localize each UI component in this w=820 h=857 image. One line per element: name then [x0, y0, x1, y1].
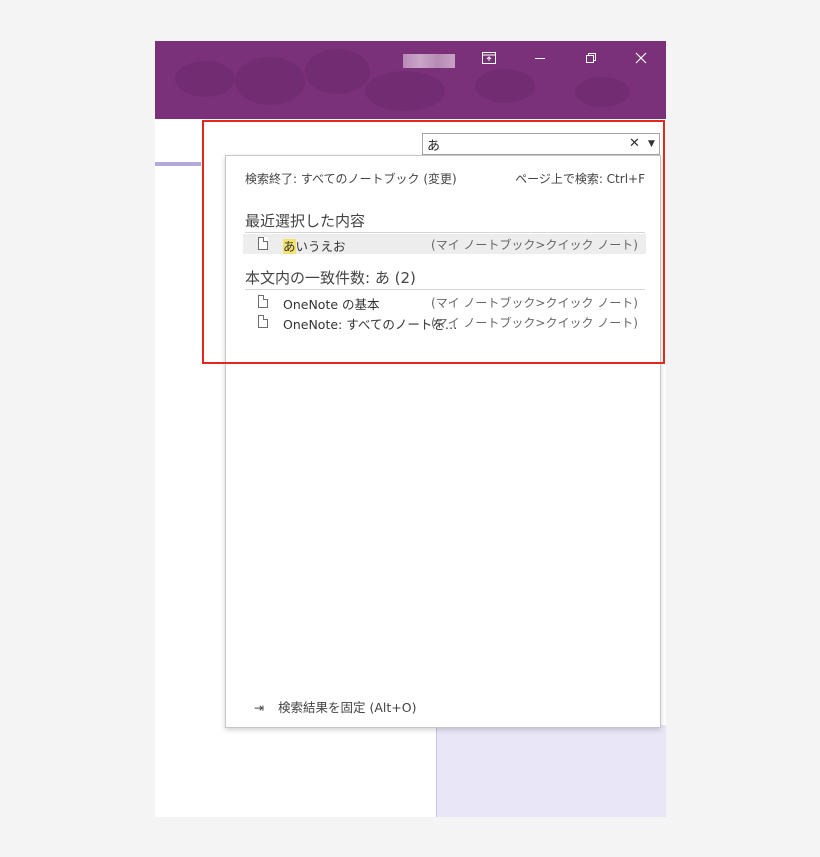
match-section-title: 本文内の一致件数: あ (2) [245, 269, 416, 287]
ribbon-display-options-button[interactable] [474, 47, 504, 69]
search-box[interactable]: ✕ ▼ [422, 133, 660, 155]
match-result-item[interactable]: OneNote の基本 (マイ ノートブック>クイック ノート) [243, 292, 646, 312]
titlebar-decoration [235, 57, 305, 105]
section-divider [245, 232, 645, 233]
ribbon-display-options-icon [482, 52, 496, 64]
minimize-button[interactable] [525, 47, 555, 69]
pin-results-button[interactable]: ⇥ 検索結果を固定 (Alt+O) [254, 697, 416, 716]
match-highlight: あ [283, 239, 296, 254]
restore-button[interactable] [576, 47, 606, 69]
clear-search-button[interactable]: ✕ [629, 135, 640, 153]
recent-section-title: 最近選択した内容 [245, 212, 366, 230]
search-results-panel: 検索終了: すべてのノートブック (変更) ページ上で検索: Ctrl+F 最近… [225, 155, 661, 728]
search-scope-link[interactable]: 検索終了: すべてのノートブック (変更) [245, 170, 457, 187]
result-location: (マイ ノートブック>クイック ノート) [430, 296, 638, 310]
result-title-rest: いうえお [295, 239, 346, 254]
titlebar-decoration [305, 49, 370, 94]
titlebar-decoration [175, 61, 235, 97]
result-location: (マイ ノートブック>クイック ノート) [430, 238, 638, 252]
search-scope-dropdown[interactable]: ▼ [648, 135, 655, 153]
search-input[interactable] [427, 135, 623, 153]
pin-icon: ⇥ [254, 701, 265, 715]
restore-icon [586, 53, 596, 63]
match-result-item[interactable]: OneNote: すべてのノートを 1 か所で (マイ ノートブック>クイック … [243, 312, 646, 332]
titlebar-decoration [575, 77, 630, 107]
section-divider [245, 289, 645, 290]
page-icon [258, 295, 268, 308]
close-window-button[interactable] [626, 47, 656, 69]
page-icon [258, 237, 268, 250]
title-bar [155, 41, 666, 119]
minimize-icon [535, 58, 545, 59]
titlebar-decoration [475, 69, 535, 103]
page-list-pane [436, 725, 666, 817]
page-search-shortcut[interactable]: ページ上で検索: Ctrl+F [515, 170, 645, 187]
page-tab-accent [155, 162, 201, 166]
blurred-title [403, 54, 455, 68]
pin-results-label: 検索結果を固定 (Alt+O) [278, 700, 417, 715]
page-icon [258, 315, 268, 328]
recent-result-item[interactable]: あいうえお (マイ ノートブック>クイック ノート) [243, 234, 646, 254]
result-location: (マイ ノートブック>クイック ノート) [430, 316, 638, 330]
titlebar-decoration [365, 71, 445, 111]
close-icon [635, 52, 647, 64]
